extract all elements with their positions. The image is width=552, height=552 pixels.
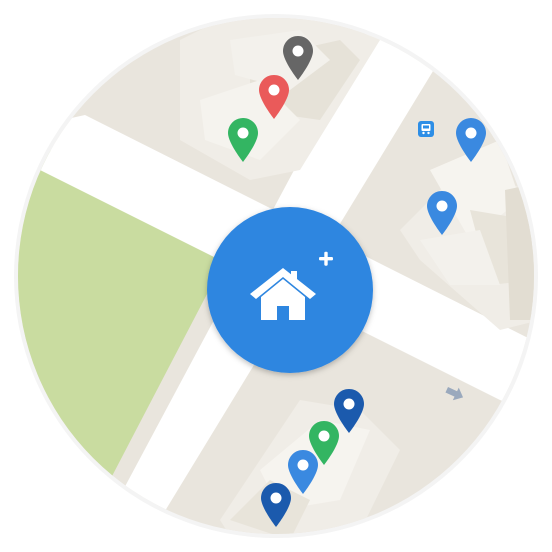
map-widget [0, 0, 552, 552]
map-svg [14, 14, 538, 538]
bus-stop-icon[interactable] [418, 121, 434, 137]
lot-right [505, 180, 534, 320]
